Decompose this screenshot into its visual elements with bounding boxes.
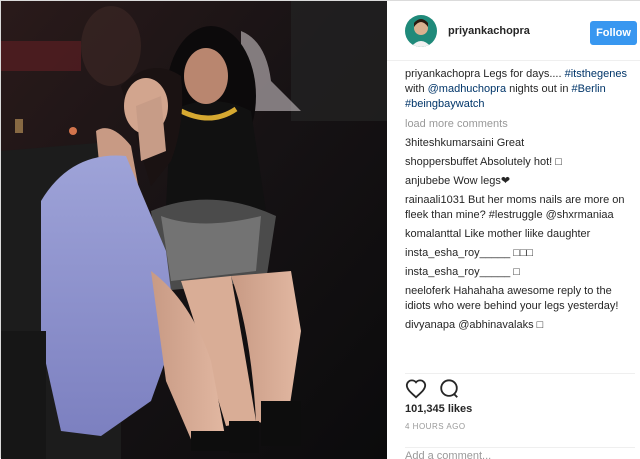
load-more-comments-link[interactable]: load more comments [405,117,635,132]
caption-tag-link[interactable]: #beingbaywatch [405,98,485,110]
avatar-image [405,15,437,47]
caption-tag-link[interactable]: @madhuchopra [428,83,506,95]
comment-item: 3hiteshkumarsaini Great [405,136,635,151]
timestamp: 4 HOURS AGO [405,422,466,431]
comment-username[interactable]: komalanttal [405,228,461,240]
heart-icon[interactable] [405,378,427,400]
avatar[interactable] [405,15,437,47]
caption-text-part: with [405,83,428,95]
action-bar [405,373,635,403]
comment-text: @abhinavalaks □ [455,319,544,331]
comment-item: anjubebe Wow legs❤ [405,174,635,189]
comment-text: Absolutely hot! □ [477,156,562,168]
comment-text: Wow legs❤ [450,175,511,187]
comment-username[interactable]: insta_esha_roy_____ [405,266,510,278]
caption-text-part: Legs for days.... [483,68,565,80]
comment-username[interactable]: neeloferk [405,285,450,297]
caption-tag-link[interactable]: #itsthegenes [565,68,627,80]
username-link[interactable]: priyankachopra [448,25,530,37]
comment-username[interactable]: 3hiteshkumarsaini [405,137,494,149]
caption-tag-link[interactable]: #Berlin [572,83,606,95]
post-header: priyankachopra Follow [387,1,640,61]
comment-text: □ [510,266,520,278]
caption-username[interactable]: priyankachopra [405,68,480,80]
instagram-post: priyankachopra Follow priyankachopra Leg… [0,0,640,459]
comment-item: komalanttal Like mother liike daughter [405,227,635,242]
post-photo[interactable] [1,1,387,459]
comment-item: insta_esha_roy_____ □ [405,265,635,280]
caption-text-part: nights out in [506,83,572,95]
comment-item: rainaali1031 But her moms nails are more… [405,193,635,223]
comment-list: 3hiteshkumarsaini Great shoppersbuffet Ab… [405,136,635,333]
comment-username[interactable]: insta_esha_roy_____ [405,247,510,259]
comment-username[interactable]: rainaali1031 [405,194,465,206]
comment-text: □□□ [510,247,534,259]
add-comment-input[interactable]: Add a comment... [405,447,635,459]
likes-count[interactable]: 101,345 likes [405,403,472,415]
comment-item: neeloferk Hahahaha awesome reply to the … [405,284,635,314]
comment-item: divyanapa @abhinavalaks □ [405,318,635,333]
comment-icon[interactable] [438,378,460,400]
comments-section: priyankachopra Legs for days.... #itsthe… [405,67,635,367]
post-image [1,1,387,459]
caption: priyankachopra Legs for days.... #itsthe… [405,67,635,112]
comment-username[interactable]: anjubebe [405,175,450,187]
follow-button[interactable]: Follow [590,21,637,45]
post-sidebar: priyankachopra Follow priyankachopra Leg… [387,1,640,459]
comment-text: Great [493,137,525,149]
comment-username[interactable]: shoppersbuffet [405,156,478,168]
comment-item: insta_esha_roy_____ □□□ [405,246,635,261]
comment-item: shoppersbuffet Absolutely hot! □ [405,155,635,170]
comment-username[interactable]: divyanapa [405,319,455,331]
comment-text: Like mother liike daughter [461,228,591,240]
